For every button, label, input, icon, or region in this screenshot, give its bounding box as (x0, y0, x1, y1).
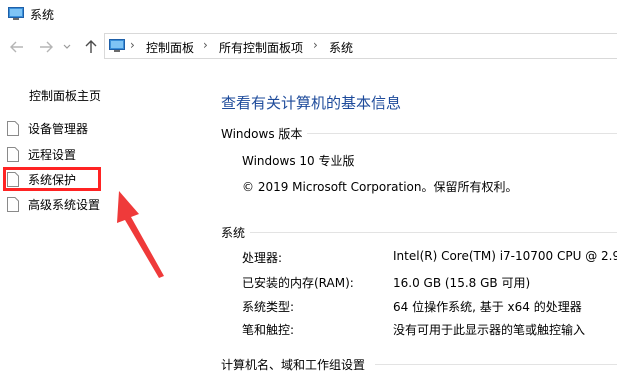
sidebar-item-label: 设备管理器 (28, 122, 89, 136)
sidebar-item-device-manager[interactable]: 设备管理器 (5, 119, 125, 139)
window-title: 系统 (30, 8, 55, 22)
sidebar-home-link[interactable]: 控制面板主页 (29, 87, 101, 104)
up-button[interactable] (82, 38, 100, 56)
sidebar-item-advanced-settings[interactable]: 高级系统设置 (5, 195, 125, 215)
title-bar: 系统 (0, 0, 617, 30)
document-icon (7, 121, 19, 136)
breadcrumb-separator: › (130, 38, 135, 52)
sidebar-item-label: 远程设置 (28, 148, 77, 162)
section-divider (375, 364, 617, 365)
pen-touch-label: 笔和触控: (242, 323, 295, 337)
breadcrumb-control-panel[interactable]: 控制面板 (146, 39, 194, 56)
forward-button[interactable] (37, 38, 55, 56)
processor-value: Intel(R) Core(TM) i7-10700 CPU @ 2.90 (393, 249, 617, 263)
ram-label: 已安装的内存(RAM): (242, 276, 354, 290)
system-monitor-icon (8, 7, 24, 20)
system-type-value: 64 位操作系统, 基于 x64 的处理器 (393, 300, 582, 314)
breadcrumb-all-items[interactable]: 所有控制面板项 (219, 39, 303, 56)
page-title: 查看有关计算机的基本信息 (221, 94, 402, 112)
document-icon (7, 197, 19, 212)
section-header-computer-name: 计算机名、域和工作组设置 (221, 358, 366, 372)
back-arrow-icon (10, 41, 23, 53)
section-divider (307, 133, 617, 134)
control-panel-icon (109, 39, 125, 52)
windows-edition-name: Windows 10 专业版 (242, 154, 355, 168)
section-divider (250, 232, 617, 233)
section-header-windows-edition: Windows 版本 (221, 127, 303, 141)
breadcrumb-separator: › (313, 38, 318, 52)
pen-touch-value: 没有可用于此显示器的笔或触控输入 (393, 323, 586, 337)
copyright-text: © 2019 Microsoft Corporation。保留所有权利。 (242, 180, 518, 194)
annotation-arrow-icon (117, 191, 164, 278)
ram-value: 16.0 GB (15.8 GB 可用) (393, 276, 531, 290)
forward-arrow-icon (40, 41, 53, 53)
sidebar-item-remote-settings[interactable]: 远程设置 (5, 145, 125, 165)
breadcrumb-system[interactable]: 系统 (329, 39, 353, 56)
address-bar[interactable]: › 控制面板 › 所有控制面板项 › 系统 (104, 33, 617, 59)
chevron-down-icon (63, 44, 71, 49)
annotation-highlight-box (3, 167, 101, 191)
processor-label: 处理器: (242, 251, 283, 265)
section-header-system: 系统 (221, 226, 246, 240)
document-icon (7, 147, 19, 162)
up-arrow-icon (85, 40, 97, 53)
system-type-label: 系统类型: (242, 300, 295, 314)
sidebar-item-label: 高级系统设置 (28, 198, 101, 212)
back-button[interactable] (8, 38, 26, 56)
breadcrumb-separator: › (203, 38, 208, 52)
recent-locations-dropdown[interactable] (61, 38, 73, 56)
